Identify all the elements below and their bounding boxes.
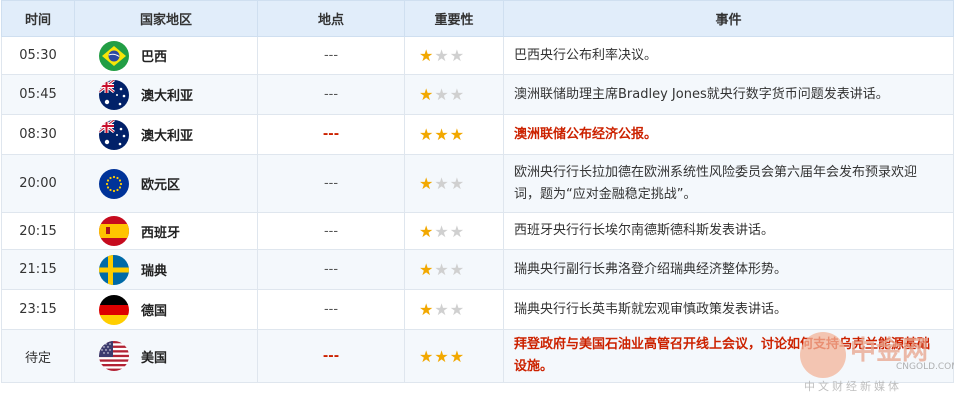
- table-row: 05:45 澳大利亚 --- ★★★ 澳洲联储助理主席Bradley Jones…: [1, 74, 954, 115]
- star-empty-icon: ★: [434, 174, 449, 193]
- table-row: 21:15 瑞典 --- ★★★ 瑞典央行副行长弗洛登介绍瑞典经济整体形势。: [1, 249, 954, 290]
- time-cell: 05:45: [1, 74, 75, 115]
- usa-flag-icon: [99, 341, 129, 371]
- location-cell: ---: [257, 212, 405, 250]
- star-filled-icon: ★: [419, 85, 434, 104]
- table-row: 23:15 德国 --- ★★★ 瑞典央行行长英韦斯就宏观审慎政策发表讲话。: [1, 289, 954, 330]
- star-filled-icon: ★: [419, 300, 434, 319]
- star-empty-icon: ★: [434, 221, 449, 241]
- location-cell: ---: [257, 249, 405, 290]
- star-filled-icon: ★: [449, 346, 465, 366]
- header-importance: 重要性: [404, 0, 504, 37]
- country-cell: 美国: [74, 329, 258, 383]
- header-location: 地点: [257, 0, 405, 37]
- country-cell: 德国: [74, 289, 258, 330]
- importance-rating: ★★★: [404, 154, 504, 213]
- location-cell: ---: [257, 329, 405, 383]
- country-name: 澳大利亚: [141, 129, 194, 144]
- calendar-table: 时间 国家地区 地点 重要性 事件 05:30 巴西 --- ★★★ 巴西央行公…: [1, 0, 954, 383]
- header-time: 时间: [1, 0, 75, 37]
- time-cell: 05:30: [1, 36, 75, 75]
- germany-flag-icon: [99, 294, 129, 325]
- event-cell: 巴西央行公布利率决议。: [503, 36, 954, 75]
- event-cell: 欧洲央行行长拉加德在欧洲系统性风险委员会第六届年会发布预录欢迎词，题为“应对金融…: [503, 154, 954, 213]
- importance-rating: ★★★: [404, 36, 504, 75]
- star-empty-icon: ★: [449, 85, 465, 104]
- table-row: 20:00 欧元区 --- ★★★ 欧洲央行行长拉加德在欧洲系统性风险委员会第六…: [1, 154, 954, 213]
- eu-flag-icon: [99, 168, 129, 199]
- importance-rating: ★★★: [404, 329, 504, 383]
- australia-flag-icon: [99, 79, 129, 110]
- star-empty-icon: ★: [449, 260, 465, 279]
- table-row: 08:30 澳大利亚 --- ★★★ 澳洲联储公布经济公报。: [1, 114, 954, 155]
- header-country: 国家地区: [74, 0, 258, 37]
- star-filled-icon: ★: [419, 125, 434, 144]
- importance-rating: ★★★: [404, 289, 504, 330]
- australia-flag-icon: [99, 119, 129, 150]
- time-cell: 23:15: [1, 289, 75, 330]
- event-cell: 拜登政府与美国石油业高管召开线上会议，讨论如何支持乌克兰能源基础设施。: [503, 329, 954, 383]
- star-filled-icon: ★: [419, 260, 434, 279]
- star-empty-icon: ★: [449, 221, 465, 241]
- country-cell: 欧元区: [74, 154, 258, 213]
- star-empty-icon: ★: [434, 260, 449, 279]
- time-cell: 20:00: [1, 154, 75, 213]
- star-filled-icon: ★: [419, 346, 434, 366]
- event-cell: 瑞典央行副行长弗洛登介绍瑞典经济整体形势。: [503, 249, 954, 290]
- star-empty-icon: ★: [449, 174, 465, 193]
- star-empty-icon: ★: [449, 300, 465, 319]
- star-empty-icon: ★: [434, 300, 449, 319]
- star-filled-icon: ★: [419, 46, 434, 65]
- header-event: 事件: [503, 0, 954, 37]
- event-cell: 瑞典央行行长英韦斯就宏观审慎政策发表讲话。: [503, 289, 954, 330]
- country-cell: 澳大利亚: [74, 114, 258, 155]
- time-cell: 待定: [1, 329, 75, 383]
- location-cell: ---: [257, 36, 405, 75]
- country-name: 巴西: [141, 50, 168, 65]
- country-name: 西班牙: [141, 225, 181, 241]
- table-row: 05:30 巴西 --- ★★★ 巴西央行公布利率决议。: [1, 36, 954, 75]
- location-cell: ---: [257, 74, 405, 115]
- country-name: 美国: [141, 350, 168, 366]
- star-empty-icon: ★: [434, 46, 449, 65]
- importance-rating: ★★★: [404, 114, 504, 155]
- star-filled-icon: ★: [419, 174, 434, 193]
- star-filled-icon: ★: [434, 346, 449, 366]
- event-cell: 西班牙央行行长埃尔南德斯德科斯发表讲话。: [503, 212, 954, 250]
- country-name: 德国: [141, 304, 168, 319]
- importance-rating: ★★★: [404, 74, 504, 115]
- country-name: 澳大利亚: [141, 89, 194, 104]
- brazil-flag-icon: [99, 40, 129, 71]
- location-cell: ---: [257, 154, 405, 213]
- star-filled-icon: ★: [434, 125, 449, 144]
- time-cell: 20:15: [1, 212, 75, 250]
- country-name: 瑞典: [141, 264, 168, 279]
- location-cell: ---: [257, 289, 405, 330]
- country-cell: 瑞典: [74, 249, 258, 290]
- location-cell: ---: [257, 114, 405, 155]
- country-name: 欧元区: [141, 178, 181, 193]
- table-row: 待定 美国 --- ★★★ 拜登政府与美国石油业高管召开线上会议，讨论如何支持乌…: [1, 329, 954, 383]
- star-empty-icon: ★: [434, 85, 449, 104]
- event-cell: 澳洲联储公布经济公报。: [503, 114, 954, 155]
- table-row: 20:15 西班牙 --- ★★★ 西班牙央行行长埃尔南德斯德科斯发表讲话。: [1, 212, 954, 250]
- importance-rating: ★★★: [404, 212, 504, 250]
- header-row: 时间 国家地区 地点 重要性 事件: [1, 0, 954, 37]
- star-filled-icon: ★: [419, 221, 434, 241]
- sweden-flag-icon: [99, 254, 129, 285]
- time-cell: 08:30: [1, 114, 75, 155]
- importance-rating: ★★★: [404, 249, 504, 290]
- event-cell: 澳洲联储助理主席Bradley Jones就央行数字货币问题发表讲话。: [503, 74, 954, 115]
- country-cell: 澳大利亚: [74, 74, 258, 115]
- country-cell: 巴西: [74, 36, 258, 75]
- star-filled-icon: ★: [449, 125, 465, 144]
- star-empty-icon: ★: [449, 46, 465, 65]
- time-cell: 21:15: [1, 249, 75, 290]
- country-cell: 西班牙: [74, 212, 258, 250]
- spain-flag-icon: [99, 216, 129, 246]
